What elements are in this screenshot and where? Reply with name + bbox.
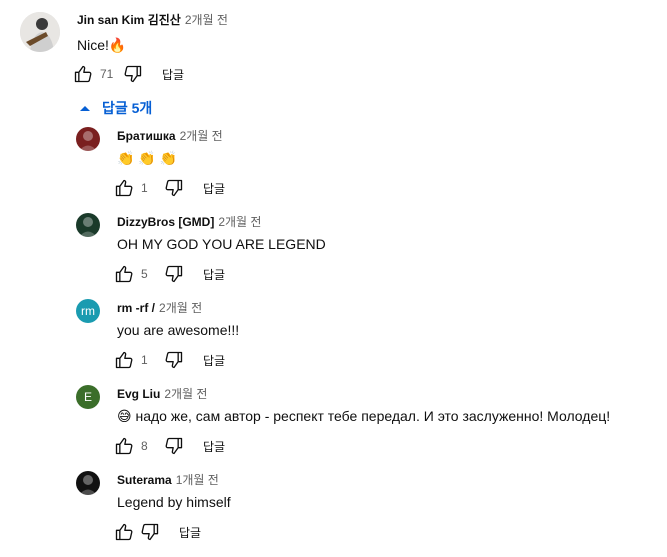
reply-text: 😅 надо же, сам автор - респект тебе пере… <box>117 408 611 424</box>
reply-header: DizzyBros [GMD] 2개월 전 <box>117 214 261 230</box>
reply-button[interactable]: 답글 <box>179 524 201 541</box>
profile-image-icon <box>79 475 97 495</box>
reply-item: Братишка 2개월 전 👏 👏 👏 1 답글 <box>0 127 667 213</box>
timestamp[interactable]: 1개월 전 <box>176 473 219 487</box>
thumbs-down-icon <box>165 437 183 455</box>
dislike-button[interactable] <box>163 435 185 457</box>
like-button[interactable] <box>113 349 135 371</box>
caret-up-icon <box>80 106 90 111</box>
reply-actions: 5 답글 <box>113 262 225 286</box>
avatar[interactable] <box>76 471 100 495</box>
reply-text: OH MY GOD YOU ARE LEGEND <box>117 236 326 252</box>
like-button[interactable] <box>72 63 94 85</box>
replies-toggle-label: 답글 5개 <box>102 100 153 116</box>
profile-image-icon <box>79 131 97 151</box>
timestamp[interactable]: 2개월 전 <box>159 301 202 315</box>
comment-actions: 71 답글 <box>72 62 184 86</box>
replies-toggle-button[interactable]: 답글 5개 <box>78 98 152 118</box>
reply-text: Legend by himself <box>117 494 231 510</box>
avatar[interactable] <box>20 12 60 52</box>
timestamp[interactable]: 2개월 전 <box>180 129 223 143</box>
reply-item: rm rm -rf / 2개월 전 you are awesome!!! 1 답글 <box>0 299 667 385</box>
thumbs-up-icon <box>74 65 92 83</box>
like-count: 5 <box>141 267 148 281</box>
comment-thread: Jin san Kim 김진산 2개월 전 Nice!🔥 71 답글 <box>0 0 667 90</box>
author-name[interactable]: DizzyBros [GMD] <box>117 215 214 229</box>
reply-item: E Evg Liu 2개월 전 😅 надо же, сам автор - ре… <box>0 385 667 471</box>
reply-item: DizzyBros [GMD] 2개월 전 OH MY GOD YOU ARE L… <box>0 213 667 299</box>
dislike-button[interactable] <box>163 263 185 285</box>
comment-text: Nice!🔥 <box>77 37 127 53</box>
reply-header: rm -rf / 2개월 전 <box>117 300 202 316</box>
reply-text: you are awesome!!! <box>117 322 240 338</box>
dislike-button[interactable] <box>163 349 185 371</box>
reply-button[interactable]: 답글 <box>203 352 225 369</box>
like-button[interactable] <box>113 263 135 285</box>
profile-image-icon <box>79 217 97 237</box>
like-count: 8 <box>141 439 148 453</box>
timestamp[interactable]: 2개월 전 <box>185 13 228 27</box>
guitarist-photo-icon <box>20 12 60 52</box>
thumbs-down-icon <box>141 523 159 541</box>
thumbs-up-icon <box>115 265 133 283</box>
like-button[interactable] <box>113 177 135 199</box>
reply-actions: 1 답글 <box>113 348 225 372</box>
author-name[interactable]: Братишка <box>117 129 176 143</box>
author-name[interactable]: Evg Liu <box>117 387 160 401</box>
reply-actions: 1 답글 <box>113 176 225 200</box>
author-name[interactable]: Jin san Kim 김진산 <box>77 13 181 27</box>
reply-item: Suterama 1개월 전 Legend by himself 답글 <box>0 471 667 557</box>
reply-button[interactable]: 답글 <box>162 66 184 83</box>
thumbs-down-icon <box>124 65 142 83</box>
avatar[interactable] <box>76 213 100 237</box>
reply-text: 👏 👏 👏 <box>117 150 178 166</box>
timestamp[interactable]: 2개월 전 <box>218 215 261 229</box>
timestamp[interactable]: 2개월 전 <box>164 387 207 401</box>
thumbs-up-icon <box>115 437 133 455</box>
reply-actions: 답글 <box>113 520 201 544</box>
thumbs-up-icon <box>115 351 133 369</box>
avatar[interactable]: rm <box>76 299 100 323</box>
like-button[interactable] <box>113 521 135 543</box>
like-count: 1 <box>141 181 148 195</box>
reply-header: Братишка 2개월 전 <box>117 128 223 144</box>
thumbs-down-icon <box>165 351 183 369</box>
reply-header: Suterama 1개월 전 <box>117 472 219 488</box>
thumbs-down-icon <box>165 179 183 197</box>
reply-button[interactable]: 답글 <box>203 180 225 197</box>
author-name[interactable]: rm -rf / <box>117 301 155 315</box>
dislike-button[interactable] <box>163 177 185 199</box>
reply-header: Evg Liu 2개월 전 <box>117 386 207 402</box>
comment-header: Jin san Kim 김진산 2개월 전 <box>77 12 228 28</box>
avatar[interactable] <box>76 127 100 151</box>
like-count: 1 <box>141 353 148 367</box>
thumbs-down-icon <box>165 265 183 283</box>
reply-actions: 8 답글 <box>113 434 225 458</box>
author-name[interactable]: Suterama <box>117 473 172 487</box>
avatar[interactable]: E <box>76 385 100 409</box>
dislike-button[interactable] <box>139 521 161 543</box>
dislike-button[interactable] <box>122 63 144 85</box>
like-count: 71 <box>100 67 114 81</box>
like-button[interactable] <box>113 435 135 457</box>
thumbs-up-icon <box>115 179 133 197</box>
reply-button[interactable]: 답글 <box>203 438 225 455</box>
reply-button[interactable]: 답글 <box>203 266 225 283</box>
thumbs-up-icon <box>115 523 133 541</box>
